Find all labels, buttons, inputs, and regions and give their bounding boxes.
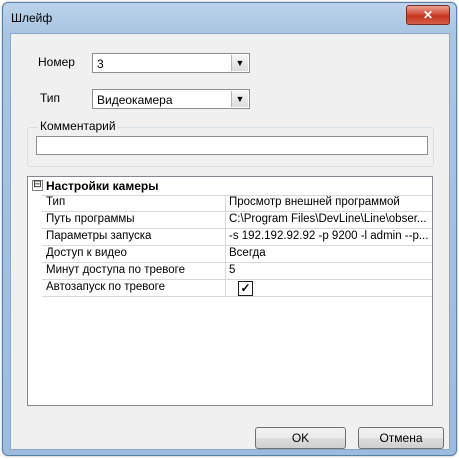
- category-title: Настройки камеры: [46, 179, 159, 193]
- property-row[interactable]: Путь программы C:\Program Files\DevLine\…: [42, 212, 432, 229]
- cancel-button[interactable]: Отмена: [358, 427, 444, 449]
- window-title: Шлейф: [11, 11, 53, 25]
- dialog-window: Шлейф ✕ Номер 3 ▼ Тип Видеокамера ▼ Комм…: [2, 2, 457, 456]
- grid-gutter: [28, 195, 42, 321]
- comment-label: Комментарий: [38, 119, 118, 133]
- type-value: Видеокамера: [97, 93, 173, 107]
- category-header[interactable]: ⊟ Настройки камеры: [28, 177, 432, 196]
- close-icon: ✕: [422, 8, 434, 22]
- property-value[interactable]: -s 192.192.92.92 -p 9200 -l admin --p...: [229, 230, 429, 242]
- chevron-down-icon[interactable]: ▼: [231, 91, 248, 107]
- property-name: Автозапуск по тревоге: [46, 281, 166, 293]
- property-name: Доступ к видео: [46, 247, 127, 259]
- type-label: Тип: [40, 91, 61, 105]
- property-value[interactable]: Всегда: [229, 247, 429, 259]
- column-separator: [225, 195, 226, 212]
- collapse-icon[interactable]: ⊟: [32, 180, 43, 191]
- property-grid: ⊟ Настройки камеры Тип Просмотр внешней …: [27, 176, 433, 406]
- property-name: Параметры запуска: [46, 230, 152, 242]
- property-name: Минут доступа по тревоге: [46, 264, 185, 276]
- property-value[interactable]: 5: [229, 264, 429, 276]
- column-separator: [225, 229, 226, 246]
- chevron-down-icon[interactable]: ▼: [231, 55, 248, 71]
- column-separator: [225, 212, 226, 229]
- ok-button[interactable]: OK: [255, 427, 346, 449]
- property-name: Путь программы: [46, 213, 135, 225]
- column-separator: [225, 280, 226, 297]
- property-row[interactable]: Тип Просмотр внешней программой: [42, 195, 432, 212]
- column-separator: [225, 263, 226, 280]
- property-row[interactable]: Параметры запуска -s 192.192.92.92 -p 92…: [42, 229, 432, 246]
- number-combo[interactable]: 3 ▼: [92, 53, 250, 73]
- property-value[interactable]: C:\Program Files\DevLine\Line\obser...: [229, 213, 429, 225]
- property-name: Тип: [46, 196, 66, 208]
- autostart-checkbox[interactable]: ✓: [238, 281, 253, 296]
- property-value[interactable]: Просмотр внешней программой: [229, 196, 429, 208]
- type-combo[interactable]: Видеокамера ▼: [92, 89, 250, 109]
- property-row[interactable]: Автозапуск по тревоге ✓: [42, 280, 432, 297]
- property-row[interactable]: Минут доступа по тревоге 5: [42, 263, 432, 280]
- close-button[interactable]: ✕: [406, 5, 450, 25]
- comment-input[interactable]: [36, 136, 428, 155]
- number-label: Номер: [38, 55, 75, 69]
- number-value: 3: [97, 57, 104, 71]
- property-row[interactable]: Доступ к видео Всегда: [42, 246, 432, 263]
- title-bar[interactable]: Шлейф ✕: [3, 3, 456, 33]
- column-separator: [225, 246, 226, 263]
